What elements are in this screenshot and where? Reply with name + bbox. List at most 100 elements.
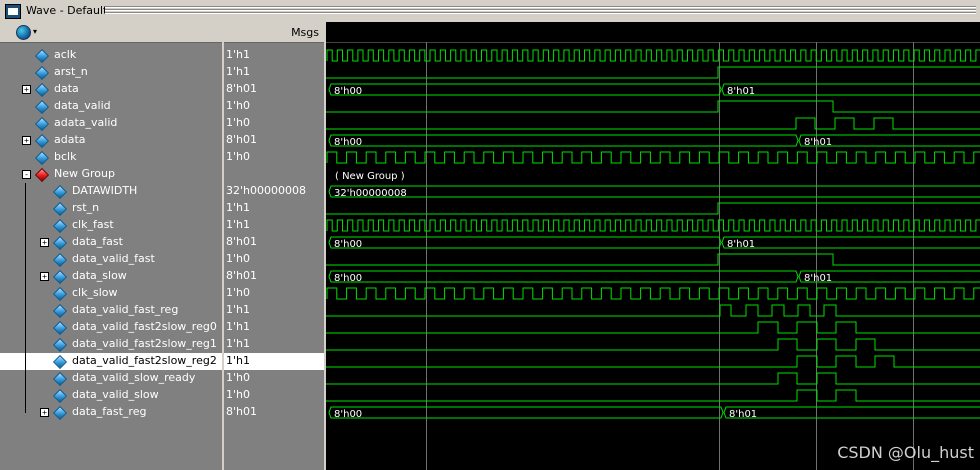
signal-value: 1'h1 — [226, 303, 250, 316]
bit-waveform — [326, 117, 980, 130]
bus-value-label: 8'h00 — [334, 409, 362, 420]
signal-row[interactable]: arst_n — [0, 64, 222, 81]
value-row[interactable]: 1'h0 — [224, 285, 324, 302]
globe-icon[interactable] — [16, 25, 31, 40]
window-titlebar: Wave - Default — [0, 0, 980, 23]
signal-row[interactable]: clk_fast — [0, 217, 222, 234]
wave-window-icon — [5, 4, 21, 19]
value-row[interactable]: 1'h1 — [224, 64, 324, 81]
bit-waveform — [326, 253, 980, 266]
signal-row[interactable]: data_valid_slow_ready — [0, 370, 222, 387]
value-row[interactable]: 1'h1 — [224, 47, 324, 64]
value-pane: Msgs 1'h1 1'h1 8'h01 1'h0 1'h0 8'h01 1'h0 32'h0… — [224, 22, 324, 470]
expand-icon[interactable]: + — [22, 85, 31, 94]
group-diamond-icon — [34, 167, 50, 183]
signal-row[interactable]: - New Group — [0, 166, 222, 183]
value-row[interactable]: 1'h0 — [224, 115, 324, 132]
signal-name: data_valid_fast_reg — [72, 303, 179, 316]
signal-diamond-icon — [52, 371, 68, 387]
signal-row[interactable]: aclk — [0, 47, 222, 64]
chevron-down-icon[interactable]: ▾ — [33, 27, 37, 36]
signal-row[interactable]: DATAWIDTH — [0, 183, 222, 200]
signal-row[interactable]: rst_n — [0, 200, 222, 217]
bit-waveform — [326, 372, 980, 385]
name-pane-header: ▾ — [0, 22, 222, 43]
signal-name: clk_fast — [72, 218, 114, 231]
signal-value: 1'h1 — [226, 48, 250, 61]
tree-line — [25, 200, 26, 217]
watermark: CSDN @Olu_hust — [837, 443, 974, 462]
value-row[interactable]: 1'h1 — [224, 336, 324, 353]
signal-row[interactable]: clk_slow — [0, 285, 222, 302]
value-row[interactable]: 1'h0 — [224, 387, 324, 404]
signal-name: rst_n — [72, 201, 100, 214]
signal-row[interactable]: bclk — [0, 149, 222, 166]
signal-diamond-icon — [52, 235, 68, 251]
value-row[interactable]: 1'h1 — [224, 319, 324, 336]
signal-name: adata — [54, 133, 86, 146]
signal-row[interactable]: + data_fast_reg — [0, 404, 222, 421]
signal-row[interactable]: data_valid_fast2slow_reg0 — [0, 319, 222, 336]
value-row[interactable]: 1'h0 — [224, 251, 324, 268]
signal-diamond-icon — [52, 184, 68, 200]
bit-waveform — [326, 66, 980, 79]
titlebar-grip[interactable] — [105, 6, 976, 15]
value-row[interactable]: 32'h00000008 — [224, 183, 324, 200]
value-row[interactable]: 8'h01 — [224, 132, 324, 149]
waveform-canvas[interactable]: 8'h00 8'h01 8'h00 8'h01 ( New Group ) 32'h000… — [326, 22, 980, 470]
signal-value: 1'h1 — [226, 65, 250, 78]
bus-waveform — [721, 83, 980, 96]
clock-waveform — [326, 219, 980, 232]
expand-icon[interactable]: + — [40, 272, 49, 281]
signal-value: 1'h0 — [226, 150, 250, 163]
value-row[interactable]: 1'h0 — [224, 149, 324, 166]
signal-name: data_valid_fast2slow_reg1 — [72, 337, 217, 350]
signal-row[interactable]: data_valid — [0, 98, 222, 115]
expand-icon[interactable]: + — [40, 408, 49, 417]
expand-icon[interactable]: + — [22, 136, 31, 145]
signal-row[interactable]: data_valid_slow — [0, 387, 222, 404]
value-row[interactable]: 8'h01 — [224, 404, 324, 421]
value-row[interactable]: 8'h01 — [224, 234, 324, 251]
signal-diamond-icon — [52, 405, 68, 421]
value-row[interactable]: 8'h01 — [224, 81, 324, 98]
value-row[interactable]: 1'h1 — [224, 217, 324, 234]
signal-name: data_valid_fast — [72, 252, 155, 265]
value-row[interactable]: 1'h0 — [224, 98, 324, 115]
tree-line — [25, 268, 26, 285]
waveform-pane[interactable]: 8'h00 8'h01 8'h00 8'h01 ( New Group ) 32'h000… — [326, 22, 980, 470]
bit-waveform — [326, 304, 980, 317]
value-row[interactable]: 1'h0 — [224, 370, 324, 387]
signal-row[interactable]: adata_valid — [0, 115, 222, 132]
signal-value: 8'h01 — [226, 235, 257, 248]
value-row[interactable]: 8'h01 — [224, 268, 324, 285]
value-row[interactable]: 1'h1 — [224, 302, 324, 319]
bus-value-label: 8'h01 — [727, 239, 755, 250]
signal-row[interactable]: + adata — [0, 132, 222, 149]
signal-row[interactable]: data_valid_fast2slow_reg1 — [0, 336, 222, 353]
signal-name: data_fast_reg — [72, 405, 147, 418]
expand-icon[interactable]: + — [40, 238, 49, 247]
bus-waveform — [721, 236, 980, 249]
clock-waveform — [326, 287, 980, 300]
bus-value-label: 8'h00 — [334, 239, 362, 250]
signal-row[interactable]: data_valid_fast_reg — [0, 302, 222, 319]
collapse-icon[interactable]: - — [22, 170, 31, 179]
tree-line — [25, 302, 26, 319]
signal-row[interactable]: + data_fast — [0, 234, 222, 251]
value-row[interactable]: 1'h1 — [224, 200, 324, 217]
signal-name: data_valid_slow_ready — [72, 371, 196, 384]
signal-name: arst_n — [54, 65, 88, 78]
signal-row[interactable]: + data — [0, 81, 222, 98]
bus-waveform — [723, 406, 980, 419]
signal-row[interactable]: data_valid_fast2slow_reg2 — [0, 353, 222, 370]
bus-value-label: 8'h01 — [727, 86, 755, 97]
value-row[interactable] — [224, 166, 324, 183]
signal-row[interactable]: data_valid_fast — [0, 251, 222, 268]
value-row[interactable]: 1'h1 — [224, 353, 324, 370]
signal-diamond-icon — [34, 48, 50, 64]
signal-value: 1'h0 — [226, 99, 250, 112]
signal-diamond-icon — [52, 354, 68, 370]
bus-waveform — [328, 134, 799, 147]
signal-row[interactable]: + data_slow — [0, 268, 222, 285]
